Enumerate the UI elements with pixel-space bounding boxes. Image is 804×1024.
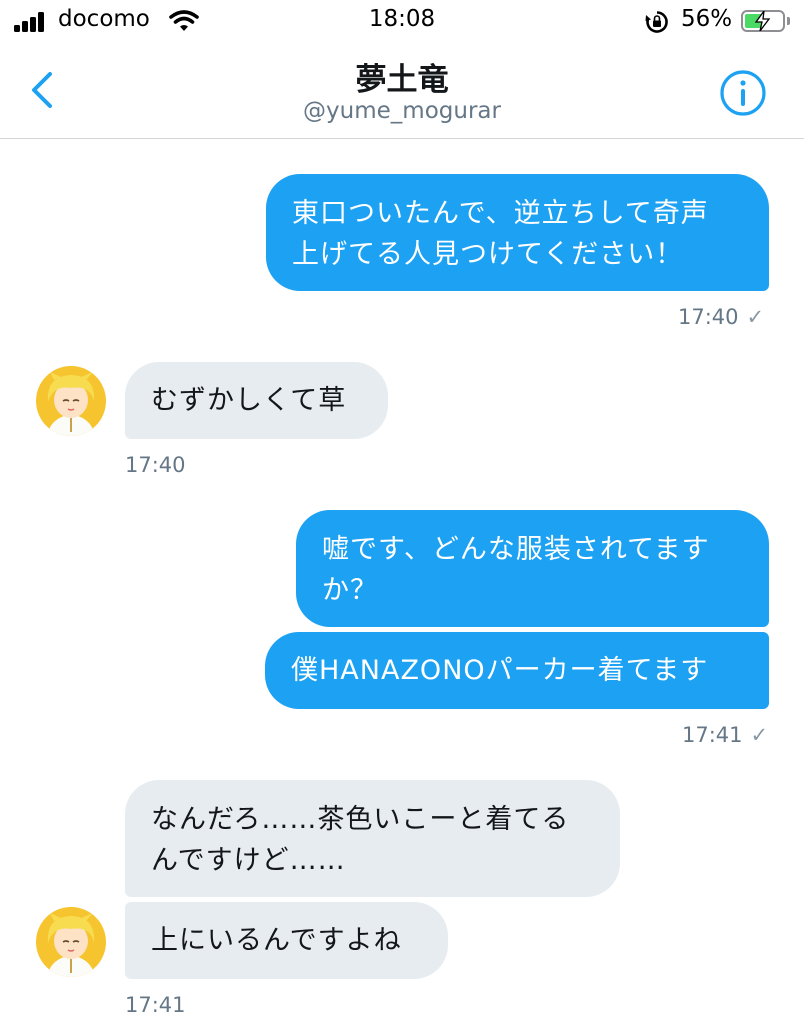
sent-message-bubble[interactable]: 僕HANAZONOパーカー着てます: [265, 632, 769, 709]
conversation-title: 夢土竜: [355, 62, 449, 98]
sent-message-bubble[interactable]: 東口ついたんで、逆立ちして奇声 上げてる人見つけてください！: [266, 174, 769, 291]
conversation-handle: @yume_mogurar: [303, 98, 501, 124]
timestamp-text: 17:41: [682, 723, 743, 747]
battery-cap: [787, 17, 790, 25]
avatar-image: [36, 366, 106, 436]
message-line: か？: [322, 575, 378, 606]
message-timestamp: 17:40: [125, 453, 186, 477]
timestamp-text: 17:41: [125, 993, 186, 1017]
received-message-bubble[interactable]: なんだろ……茶色いこーと着てる んですけど……: [125, 780, 620, 897]
avatar-image: [36, 907, 106, 977]
message-line: んですけど……: [151, 845, 346, 876]
received-message-bubble[interactable]: むずかしくて草: [125, 362, 388, 439]
conversation-header: 夢土竜 @yume_mogurar: [0, 44, 804, 139]
avatar[interactable]: [36, 366, 106, 436]
timestamp-text: 17:40: [678, 305, 739, 329]
message-line: 東口ついたんで、逆立ちして奇声: [292, 198, 709, 229]
message-line: なんだろ……茶色いこーと着てる: [151, 804, 570, 835]
message-line: 僕HANAZONOパーカー着てます: [291, 655, 709, 686]
received-message-bubble[interactable]: 上にいるんですよね: [125, 902, 448, 979]
sent-message-bubble[interactable]: 嘘です、どんな服装されてます か？: [296, 510, 769, 627]
message-line: むずかしくて草: [151, 385, 347, 416]
status-bar: docomo 18:08 56%: [0, 0, 804, 44]
info-icon[interactable]: [719, 69, 767, 117]
checkmark-icon: ✓: [746, 305, 765, 329]
battery-percent: 56%: [681, 6, 733, 32]
message-timestamp: 17:41 ✓: [682, 723, 768, 747]
message-timestamp: 17:41: [125, 993, 186, 1017]
orientation-lock-icon: [645, 11, 668, 33]
charging-bolt-icon: [754, 11, 771, 31]
timestamp-text: 17:40: [125, 453, 186, 477]
message-line: 上にいるんですよね: [151, 925, 402, 956]
message-line: 嘘です、どんな服装されてます: [322, 534, 710, 565]
checkmark-icon: ✓: [750, 723, 769, 747]
message-line: 上げてる人見つけてください！: [292, 239, 684, 270]
avatar[interactable]: [36, 907, 106, 977]
message-timestamp: 17:40 ✓: [678, 305, 764, 329]
